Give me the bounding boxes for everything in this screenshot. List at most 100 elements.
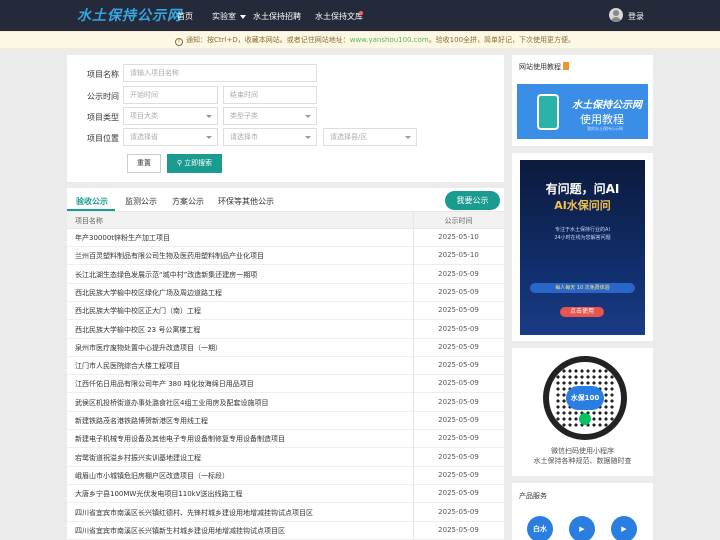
row-project-name[interactable]: 江西仟佑日用品有限公司年产 380 吨化妆海绵日用品项目 <box>75 379 254 389</box>
service-play-icon[interactable]: ▶ <box>611 516 637 540</box>
row-project-name[interactable]: 新建电子机械专用设备及其他电子专用设备制修复专用设备制造项目 <box>75 434 285 444</box>
qr-text-2: 水土保持各种规范、数据随时查 <box>533 457 632 465</box>
ai-free-trial-bar: 每人每天 10 次免费体验 <box>530 283 635 293</box>
row-publish-date: 2025-05-09 <box>438 452 479 461</box>
ai-banner-subtitle: AI水保问问 <box>554 199 611 212</box>
row-publish-date: 2025-05-09 <box>438 379 479 388</box>
table-row[interactable]: 新建电子机械专用设备及其他电子专用设备制修复专用设备制造项目 2025-05-09 <box>67 430 504 449</box>
service-video-icon[interactable]: ▶ <box>569 516 595 540</box>
qr-code: 水保100 <box>543 356 627 440</box>
end-date-input[interactable]: 结束时间 <box>223 86 317 104</box>
chevron-down-icon <box>405 136 411 139</box>
county-select[interactable]: 请选择县/区 <box>323 128 417 146</box>
table-row[interactable]: 武侯区机投桥街道办事处潞食社区4组工业用房及配套设施项目 2025-05-09 <box>67 394 504 412</box>
publish-button[interactable]: 我要公示 <box>445 191 500 210</box>
search-button[interactable]: ⚲ 立即搜索 <box>167 154 222 173</box>
table-row[interactable]: 年产30000t锌粉生产加工项目 2025-05-10 <box>67 229 504 247</box>
type-major-select[interactable]: 项目大类 <box>123 107 218 125</box>
phone-icon <box>537 94 559 130</box>
nav-library[interactable]: 水土保持文库 <box>315 11 363 22</box>
services-title: 产品服务 <box>519 492 547 500</box>
row-publish-date: 2025-05-09 <box>438 324 479 333</box>
tab-acceptance[interactable]: 验收公示 <box>76 196 108 207</box>
nav-lab[interactable]: 实验室 <box>212 11 246 22</box>
row-project-name[interactable]: 峨眉山市小城镇危旧房棚户区改造项目（一标段） <box>75 471 229 481</box>
table-row[interactable]: 四川省宜宾市南溪区长兴镇新生村城乡建设用地增减挂钩试点项目区 2025-05-09 <box>67 522 504 540</box>
project-name-label: 项目名称 <box>87 70 119 79</box>
start-date-input[interactable]: 开始时间 <box>123 86 218 104</box>
notice-text-after: 。验收100全拼，简单好记，下次使用更方便。 <box>428 36 576 44</box>
tutorial-banner[interactable]: 水土保持公示网 使用教程 我的水土保持公示网 <box>517 84 648 139</box>
row-project-name[interactable]: 西北民族大学榆中校区绿化广场及周边道路工程 <box>75 288 222 298</box>
notice-site-link[interactable]: www.yanshou100.com <box>350 36 429 44</box>
row-publish-date: 2025-05-09 <box>438 397 479 406</box>
chevron-down-icon <box>240 14 246 19</box>
table-row[interactable]: 大唐乡宁县100MW光伏发电项目110kV送出线路工程 2025-05-09 <box>67 485 504 504</box>
new-badge-dot <box>359 11 363 15</box>
table-row[interactable]: 江西仟佑日用品有限公司年产 380 吨化妆海绵日用品项目 2025-05-09 <box>67 375 504 394</box>
project-name-input[interactable]: 请输入项目名称 <box>123 64 317 82</box>
row-publish-date: 2025-05-09 <box>438 470 479 479</box>
tutorial-title-text: 网站使用教程 <box>519 63 561 71</box>
table-header: 项目名称 公示时间 <box>67 211 504 229</box>
table-row[interactable]: 宕鹭街道祝溢乡村振兴实训基地建设工程 2025-05-09 <box>67 449 504 467</box>
row-project-name[interactable]: 宕鹭街道祝溢乡村振兴实训基地建设工程 <box>75 453 201 463</box>
notice-bar: ! 通知：按Ctrl+D，收藏本网站。或者记住网站地址：www.yanshou10… <box>0 31 720 49</box>
col-project-name: 项目名称 <box>75 217 103 225</box>
row-project-name[interactable]: 泉州市医疗废物处置中心提升改造项目（一期） <box>75 343 222 353</box>
row-project-name[interactable]: 年产30000t锌粉生产加工项目 <box>75 233 170 243</box>
col-publish-time: 公示时间 <box>444 217 473 225</box>
row-project-name[interactable]: 武侯区机投桥街道办事处潞食社区4组工业用房及配套设施项目 <box>75 398 268 408</box>
row-project-name[interactable]: 新建铁路茂名港铁路博贺新港区专用线工程 <box>75 416 208 426</box>
row-project-name[interactable]: 四川省宜宾市南溪区长兴镇红德村、先锋村城乡建设用地增减挂钩试点项目区 <box>75 508 313 518</box>
row-project-name[interactable]: 大唐乡宁县100MW光伏发电项目110kV送出线路工程 <box>75 489 243 499</box>
nav-home[interactable]: 首页 <box>177 11 193 22</box>
service-baishui-icon[interactable]: 白水 <box>527 516 553 540</box>
row-publish-date: 2025-05-09 <box>438 342 479 351</box>
bookmark-icon <box>563 62 569 70</box>
table-row[interactable]: 西北民族大学榆中校区正大门（南）工程 2025-05-09 <box>67 302 504 321</box>
row-project-name[interactable]: 西北民族大学榆中校区正大门（南）工程 <box>75 306 201 316</box>
reset-button[interactable]: 重置 <box>127 154 161 173</box>
wechat-icon <box>579 413 591 425</box>
row-project-name[interactable]: 长江北湖生态绿色发展示范“城中村”改造新集还建房一期项 <box>75 270 257 280</box>
row-project-name[interactable]: 西北民族大学榆中校区 23 号公寓楼工程 <box>75 325 200 335</box>
type-sub-select[interactable]: 类型子类 <box>223 107 317 125</box>
login-link[interactable]: 登录 <box>628 11 644 22</box>
banner1-subtitle: 使用教程 <box>580 113 624 126</box>
province-select[interactable]: 请选择省 <box>123 128 218 146</box>
project-type-label: 项目类型 <box>87 113 119 122</box>
row-publish-date: 2025-05-09 <box>438 434 479 443</box>
tab-other[interactable]: 环保等其他公示 <box>218 196 274 207</box>
nav-lab-label: 实验室 <box>212 12 236 21</box>
table-row[interactable]: 西北民族大学榆中校区 23 号公寓楼工程 2025-05-09 <box>67 321 504 339</box>
row-project-name[interactable]: 四川省宜宾市南溪区长兴镇新生村城乡建设用地增减挂钩试点项目区 <box>75 526 285 536</box>
table-row[interactable]: 长江北湖生态绿色发展示范“城中村”改造新集还建房一期项 2025-05-09 <box>67 266 504 284</box>
ai-banner[interactable]: 有问题，问AI AI水保问问 专注于水土保持行业的AI 24小时在线为您解答问题 … <box>520 160 645 335</box>
table-row[interactable]: 西北民族大学榆中校区绿化广场及周边道路工程 2025-05-09 <box>67 284 504 302</box>
row-publish-date: 2025-05-09 <box>438 361 479 370</box>
chevron-down-icon <box>206 136 212 139</box>
ai-banner-desc-2: 24小时在线为您解答问题 <box>554 235 611 241</box>
banner1-small: 我的水土保持公示网 <box>587 126 623 131</box>
ai-use-button[interactable]: 点击使用 <box>560 307 604 317</box>
row-project-name[interactable]: 江门市人民医院综合大楼工程项目 <box>75 361 180 371</box>
site-logo[interactable]: 水土保持公示网 <box>77 5 182 25</box>
table-row[interactable]: 四川省宜宾市南溪区长兴镇红德村、先锋村城乡建设用地增减挂钩试点项目区 2025-0… <box>67 504 504 522</box>
table-row[interactable]: 泉州市医疗废物处置中心提升改造项目（一期） 2025-05-09 <box>67 339 504 357</box>
avatar[interactable] <box>609 8 623 22</box>
table-row[interactable]: 兰州百灵塑料制品有限公司生物及医药用塑料制品产业化项目 2025-05-10 <box>67 247 504 266</box>
table-row[interactable]: 峨眉山市小城镇危旧房棚户区改造项目（一标段） 2025-05-09 <box>67 467 504 485</box>
city-select[interactable]: 请选择市 <box>223 128 317 146</box>
top-nav: 水土保持公示网 首页 实验室 水土保持招聘 水土保持文库 登录 <box>0 0 720 31</box>
ai-banner-desc-1: 专注于水土保持行业的AI <box>555 227 610 233</box>
nav-jobs[interactable]: 水土保持招聘 <box>253 11 301 22</box>
table-row[interactable]: 新建铁路茂名港铁路博贺新港区专用线工程 2025-05-09 <box>67 412 504 430</box>
table-row[interactable]: 江门市人民医院综合大楼工程项目 2025-05-09 <box>67 357 504 376</box>
tab-monitoring[interactable]: 监测公示 <box>125 196 157 207</box>
chevron-down-icon <box>206 115 212 118</box>
row-project-name[interactable]: 兰州百灵塑料制品有限公司生物及医药用塑料制品产业化项目 <box>75 251 264 261</box>
row-publish-date: 2025-05-09 <box>438 507 479 516</box>
city-value: 请选择市 <box>230 133 258 141</box>
tab-plan[interactable]: 方案公示 <box>172 196 204 207</box>
